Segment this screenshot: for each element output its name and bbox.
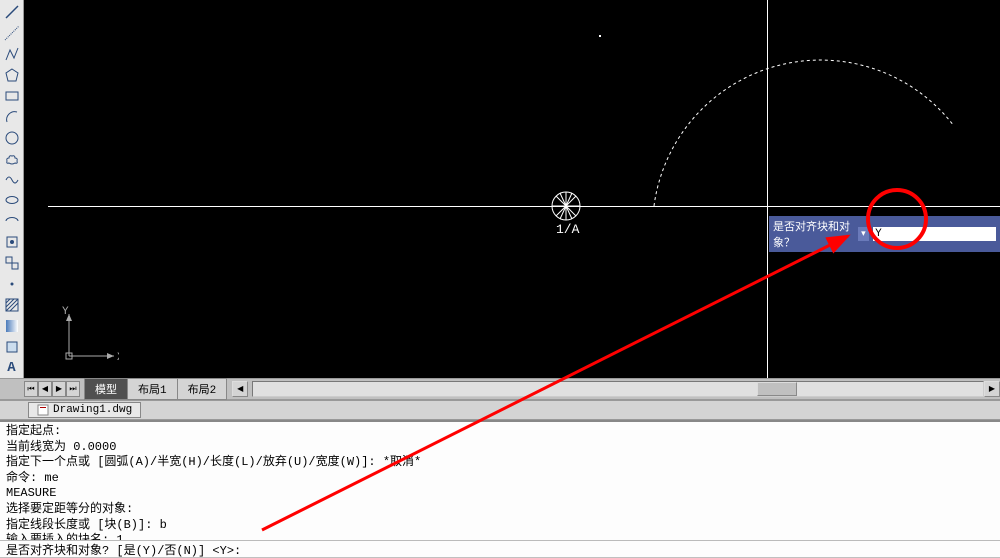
construction-line-tool[interactable] (2, 24, 22, 43)
command-input-row: 是否对齐块和对象? [是(Y)/否(N)] <Y>: (0, 540, 1000, 557)
block-marker-label: 1/A (556, 222, 579, 237)
drawing-canvas[interactable]: 1/A 是否对齐块和对象？ ▾ X Y (24, 0, 1000, 378)
spline-tool[interactable] (2, 170, 22, 189)
block-marker-icon (550, 190, 582, 226)
region-tool[interactable] (2, 337, 22, 356)
command-history-line: 选择要定距等分的对象: (6, 502, 994, 518)
text-tool[interactable]: A (2, 358, 22, 377)
make-block-tool[interactable] (2, 254, 22, 273)
revcloud-tool[interactable] (2, 149, 22, 168)
gradient-tool[interactable] (2, 316, 22, 335)
tab-prev-button[interactable]: ◀ (38, 381, 52, 397)
circle-tool[interactable] (2, 128, 22, 147)
command-history-line: 输入要插入的块名: 1 (6, 533, 994, 540)
dynamic-prompt-text: 是否对齐块和对象？ (773, 218, 854, 250)
draw-toolbar: A (0, 0, 24, 378)
ellipse-tool[interactable] (2, 191, 22, 210)
point-tool[interactable] (2, 275, 22, 294)
hscroll-right[interactable]: ▶ (984, 381, 1000, 397)
file-icon (37, 404, 49, 416)
arc-tool[interactable] (2, 107, 22, 126)
layout-tabs-row: ⏮ ◀ ▶ ⏭ 模型 布局1 布局2 ◀ ▶ (0, 378, 1000, 400)
command-history-line: 命令: me (6, 471, 994, 487)
ucs-icon: X Y (59, 306, 119, 366)
tab-first-button[interactable]: ⏮ (24, 381, 38, 397)
file-tab-label: Drawing1.dwg (53, 404, 132, 416)
rectangle-tool[interactable] (2, 87, 22, 106)
command-history-line: 指定线段长度或 [块(B)]: b (6, 518, 994, 534)
command-history-line: 指定起点: (6, 424, 994, 440)
line-tool[interactable] (2, 3, 22, 22)
tab-nav-controls: ⏮ ◀ ▶ ⏭ (24, 381, 80, 397)
tab-next-button[interactable]: ▶ (52, 381, 66, 397)
dynamic-input-field[interactable] (873, 227, 996, 241)
tab-layout1[interactable]: 布局1 (127, 378, 178, 400)
point-marker (599, 35, 601, 37)
command-input[interactable] (243, 542, 994, 556)
hscroll-thumb[interactable] (757, 382, 797, 396)
ellipse-arc-tool[interactable] (2, 212, 22, 231)
svg-text:X: X (117, 352, 119, 364)
file-tab-drawing1[interactable]: Drawing1.dwg (28, 402, 141, 418)
tab-layout2[interactable]: 布局2 (177, 378, 228, 400)
hscroll-left[interactable]: ◀ (232, 381, 248, 397)
command-history-window[interactable]: 指定起点: 当前线宽为 0.0000 指定下一个点或 [圆弧(A)/半宽(H)/… (0, 420, 1000, 540)
polyline-tool[interactable] (2, 45, 22, 64)
command-history-line: MEASURE (6, 486, 994, 502)
insert-block-tool[interactable] (2, 233, 22, 252)
svg-text:Y: Y (62, 306, 69, 318)
tab-last-button[interactable]: ⏭ (66, 381, 80, 397)
dynamic-input-prompt: 是否对齐块和对象？ ▾ (769, 216, 1000, 252)
command-prompt-label: 是否对齐块和对象? [是(Y)/否(N)] <Y>: (6, 541, 241, 558)
file-tabs-row: Drawing1.dwg (0, 400, 1000, 420)
polygon-tool[interactable] (2, 66, 22, 85)
command-history-line: 指定下一个点或 [圆弧(A)/半宽(H)/长度(L)/放弃(U)/宽度(W)]:… (6, 455, 994, 471)
command-history-line: 当前线宽为 0.0000 (6, 440, 994, 456)
horizontal-scrollbar[interactable] (252, 381, 984, 397)
tab-model[interactable]: 模型 (84, 378, 128, 400)
hatch-tool[interactable] (2, 295, 22, 314)
dynamic-options-icon[interactable]: ▾ (858, 227, 869, 241)
